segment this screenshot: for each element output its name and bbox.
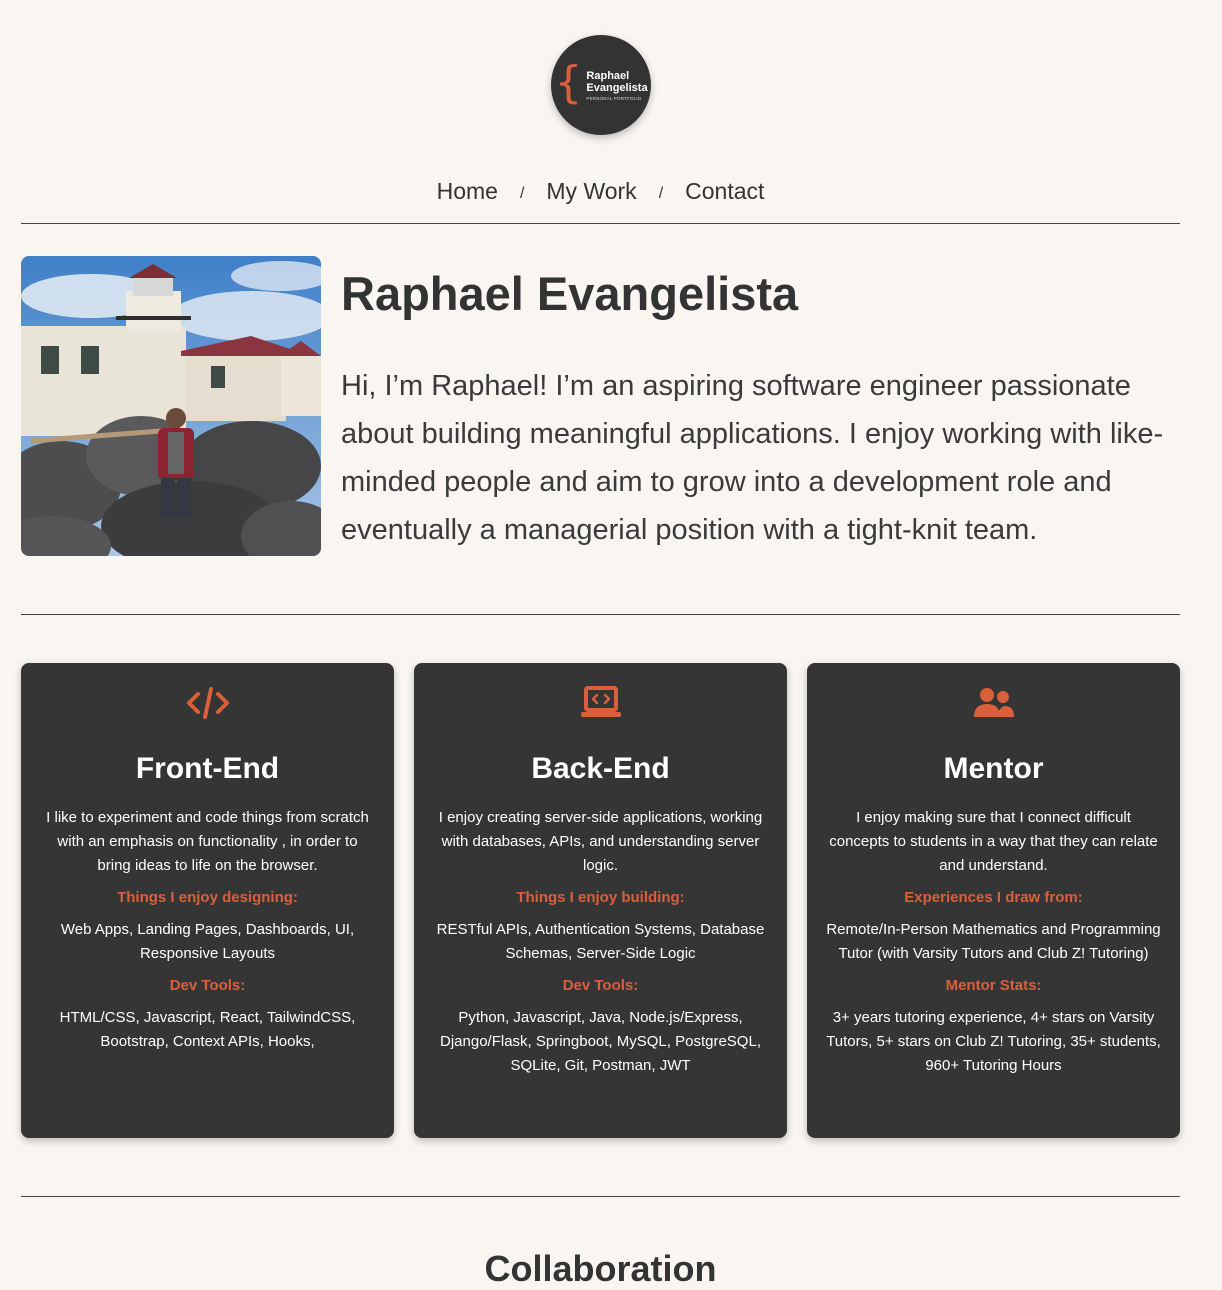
card-title: Back-End — [531, 752, 670, 785]
card-section-label: Dev Tools: — [562, 977, 639, 994]
users-icon — [807, 685, 1180, 725]
logo-text: Raphael Evangelista PERSONAL PORTFOLIO — [586, 70, 647, 101]
card-section-label: Mentor Stats: — [945, 977, 1042, 994]
logo-line1: Raphael — [586, 69, 630, 82]
nav-separator: / — [519, 184, 525, 202]
card-title: Mentor — [943, 752, 1044, 785]
hero-name: Raphael Evangelista — [341, 267, 799, 320]
logo-tagline: PERSONAL PORTFOLIO — [586, 95, 642, 101]
nav-contact-link[interactable]: Contact — [685, 178, 764, 205]
hero-bio: Hi, I’m Raphael! I’m an aspiring softwar… — [341, 370, 1164, 546]
nav-separator: / — [658, 184, 664, 202]
nav-divider — [21, 223, 1180, 224]
mentor-card: Mentor I enjoy making sure that I connec… — [807, 663, 1180, 1138]
back-end-card: Back-End I enjoy creating server-side ap… — [414, 663, 787, 1138]
front-end-card: Front-End I like to experiment and code … — [21, 663, 394, 1138]
card-section-label: Things I enjoy building: — [516, 889, 685, 906]
main-nav: Home / My Work / Contact — [0, 178, 1201, 205]
card-section-value: Web Apps, Landing Pages, Dashboards, UI,… — [60, 921, 355, 962]
card-section-label: Dev Tools: — [169, 977, 246, 994]
card-section-label: Things I enjoy designing: — [117, 889, 298, 906]
card-section-value: HTML/CSS, Javascript, React, TailwindCSS… — [59, 1009, 356, 1050]
collaboration-heading: Collaboration — [484, 1248, 717, 1289]
card-section-label: Experiences I draw from: — [904, 889, 1083, 906]
card-title: Front-End — [135, 752, 280, 785]
code-icon — [21, 685, 394, 725]
logo[interactable]: { Raphael Evangelista PERSONAL PORTFOLIO — [551, 35, 651, 135]
section-divider — [21, 1196, 1180, 1197]
logo-line2: Evangelista — [586, 81, 648, 94]
laptop-code-icon — [414, 685, 787, 725]
card-description: I enjoy making sure that I connect diffi… — [829, 809, 1158, 874]
card-section-value: 3+ years tutoring experience, 4+ stars o… — [826, 1009, 1161, 1074]
card-description: I enjoy creating server-side application… — [438, 809, 763, 874]
nav-my-work-link[interactable]: My Work — [546, 178, 636, 205]
card-section-value: Python, Javascript, Java, Node.js/Expres… — [440, 1009, 761, 1074]
card-description: I like to experiment and code things fro… — [46, 809, 369, 874]
nav-home-link[interactable]: Home — [437, 178, 498, 205]
card-section-value: Remote/In-Person Mathematics and Program… — [826, 921, 1161, 962]
card-section-value: RESTful APIs, Authentication Systems, Da… — [436, 921, 765, 962]
logo-brace: { — [554, 57, 583, 108]
section-divider — [21, 614, 1180, 615]
profile-photo — [21, 256, 321, 556]
